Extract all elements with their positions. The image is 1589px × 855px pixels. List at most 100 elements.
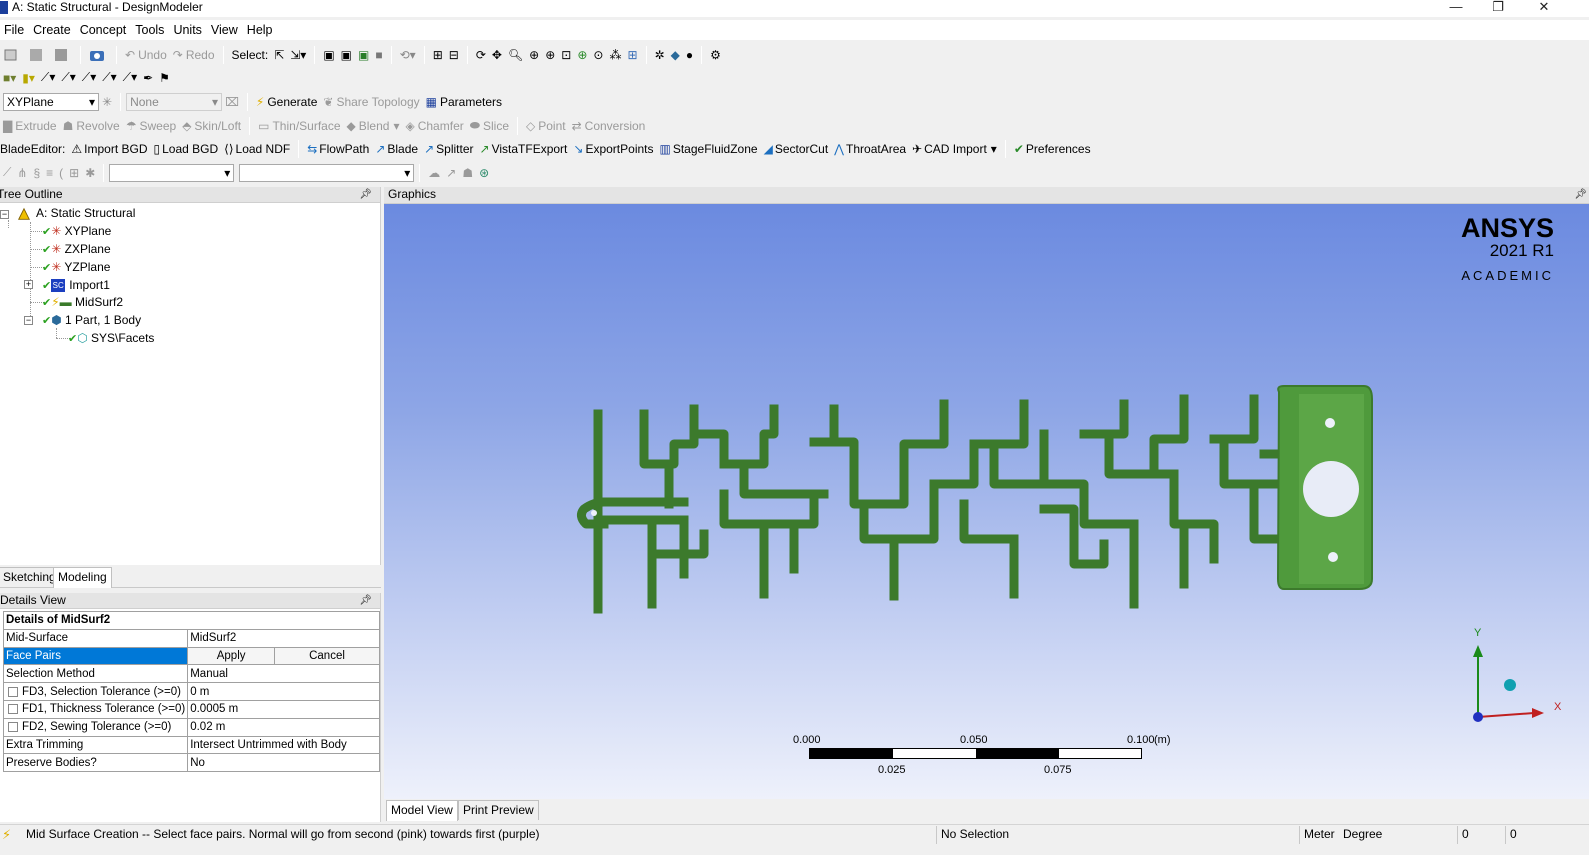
pin-tool-icon[interactable]: ✒	[140, 67, 156, 88]
tool-e-icon[interactable]: (	[56, 162, 66, 183]
tool-i-icon[interactable]: ↗	[443, 162, 459, 183]
display-model-icon[interactable]: ◆	[668, 44, 683, 65]
preserve-bodies-value[interactable]: No	[187, 753, 380, 773]
rotate-icon[interactable]: ⟳	[473, 44, 489, 65]
tool-k-icon[interactable]: ⊛	[476, 162, 492, 183]
zoom-box-icon[interactable]: ⊕	[542, 44, 558, 65]
select-mode-icon[interactable]: ⇲▾	[287, 44, 309, 65]
expand-import-icon[interactable]: +	[24, 280, 33, 289]
shaded-icon[interactable]: ■▾	[0, 67, 19, 88]
extrude-button[interactable]: ▇ Extrude	[0, 115, 60, 136]
blend-button[interactable]: ◆ Blend ▾	[344, 115, 403, 136]
plane-select[interactable]: XYPlane ▾	[3, 92, 99, 111]
magnifier-icon[interactable]: ⊙	[590, 44, 606, 65]
fd2-value[interactable]: 0.02 m	[187, 717, 380, 737]
screenshot-icon[interactable]	[86, 44, 111, 65]
fd3-checkbox[interactable]	[8, 686, 18, 697]
conversion-button[interactable]: ⇄ Conversion	[569, 115, 649, 136]
undo-button[interactable]: ↶ Undo	[122, 44, 170, 65]
menu-concept[interactable]: Concept	[76, 20, 132, 37]
select-body-icon[interactable]: ■	[372, 44, 385, 65]
share-topology-button[interactable]: ❦ Share Topology	[320, 91, 422, 112]
menu-create[interactable]: Create	[29, 20, 76, 37]
apply-button[interactable]: Apply	[187, 646, 276, 666]
preferences-button[interactable]: ✔ Preferences	[1011, 138, 1094, 159]
save-icon[interactable]	[25, 44, 50, 65]
model-geometry[interactable]	[564, 364, 1384, 624]
exportpoints-button[interactable]: ↘ ExportPoints	[570, 138, 656, 159]
skin-loft-button[interactable]: ⬘ Skin/Loft	[179, 115, 244, 136]
slice-button[interactable]: ⬬ Slice	[467, 115, 512, 136]
restore-button[interactable]: ❐	[1478, 0, 1518, 17]
tool-b-icon[interactable]: ⋔	[14, 162, 30, 183]
fd3-value[interactable]: 0 m	[187, 682, 380, 701]
view-icon[interactable]: ⊞	[624, 44, 640, 65]
tree-node-zxplane[interactable]: ✔✳ ZXPlane	[42, 241, 111, 258]
edge-count-3-icon[interactable]: ⟋▾	[99, 67, 119, 88]
chamfer-button[interactable]: ◈ Chamfer	[402, 115, 466, 136]
zoom-in-icon[interactable]: ⊕	[526, 44, 542, 65]
flag-icon[interactable]: ⚑	[156, 67, 173, 88]
what-is-this-icon[interactable]: ⚙	[707, 44, 724, 65]
pin-icon[interactable]: 📌︎	[359, 593, 372, 608]
zoom-fit-icon[interactable]: ⊡	[558, 44, 574, 65]
sweep-button[interactable]: ☂ Sweep	[123, 115, 179, 136]
minimize-button[interactable]: —	[1436, 0, 1476, 17]
misc-select-2[interactable]: ▾	[239, 163, 415, 182]
tree-node-midsurf2[interactable]: ✔⚡▬ MidSurf2	[42, 294, 123, 311]
select-point-icon[interactable]: ⇱	[271, 44, 287, 65]
tool-a-icon[interactable]: ⟋	[0, 162, 14, 183]
new-icon[interactable]	[0, 44, 25, 65]
menu-file[interactable]: File	[0, 20, 29, 37]
tree-node-xyplane[interactable]: ✔✳ XYPlane	[42, 223, 111, 240]
throatarea-button[interactable]: ⋀ ThroatArea	[831, 138, 909, 159]
tree-node-import1[interactable]: ✔SC Import1	[42, 277, 110, 294]
tool-d-icon[interactable]: ≡	[43, 162, 56, 183]
misc-select-1[interactable]: ▾	[109, 163, 235, 182]
new-plane-icon[interactable]: ✳	[99, 91, 115, 112]
fd1-value[interactable]: 0.0005 m	[187, 699, 380, 719]
axis-triad[interactable]	[1464, 629, 1574, 729]
select-edge-icon[interactable]: ▣	[338, 44, 355, 65]
redo-button[interactable]: ↷ Redo	[170, 44, 218, 65]
tab-modeling[interactable]: Modeling	[53, 567, 112, 588]
selection-method-value[interactable]: Manual	[187, 664, 380, 684]
cancel-button[interactable]: Cancel	[274, 646, 380, 666]
fd2-checkbox[interactable]	[8, 722, 18, 733]
menu-units[interactable]: Units	[169, 20, 206, 37]
tab-sketching[interactable]: Sketching	[0, 567, 61, 587]
extra-trimming-value[interactable]: Intersect Untrimmed with Body	[187, 735, 380, 755]
tool-f-icon[interactable]: ⊞	[66, 162, 82, 183]
zoom-green-icon[interactable]: ⊕	[574, 44, 590, 65]
tree-node-parts[interactable]: ✔⬢ 1 Part, 1 Body	[42, 312, 141, 329]
tool-c-icon[interactable]: §	[30, 162, 43, 183]
menu-view[interactable]: View	[207, 20, 243, 37]
thin-surface-button[interactable]: ▭ Thin/Surface	[255, 115, 343, 136]
cad-import-button[interactable]: ✈ CAD Import ▾	[909, 138, 1000, 159]
display-point-icon[interactable]: ●	[683, 44, 696, 65]
menu-help[interactable]: Help	[243, 20, 278, 37]
point-button[interactable]: ◇ Point	[523, 115, 569, 136]
sketch-select[interactable]: None ▾	[126, 92, 223, 111]
stagefluidzone-button[interactable]: ▥ StageFluidZone	[657, 138, 761, 159]
flowpath-button[interactable]: ⇆ FlowPath	[304, 138, 372, 159]
midsurface-value[interactable]: MidSurf2	[187, 628, 380, 648]
close-button[interactable]: ✕	[1524, 0, 1564, 17]
select-all-icon[interactable]: ⊞	[430, 44, 446, 65]
menu-tools[interactable]: Tools	[131, 20, 169, 37]
pin-icon[interactable]: 📌︎	[1574, 187, 1587, 202]
splitter-button[interactable]: ↗ Splitter	[421, 138, 476, 159]
edge-joint-icon[interactable]: ⟋▾	[58, 67, 78, 88]
color-icon[interactable]: ▮▾	[19, 67, 38, 88]
pan-icon[interactable]: ✥	[489, 44, 505, 65]
sectorcut-button[interactable]: ◢ SectorCut	[761, 138, 832, 159]
load-ndf-button[interactable]: ⟨⟩ Load NDF	[221, 138, 293, 159]
tab-print-preview[interactable]: Print Preview	[458, 800, 539, 820]
select-face-icon[interactable]: ▣	[355, 44, 372, 65]
new-sketch-icon[interactable]: ⌧	[222, 91, 242, 112]
edge-display-icon[interactable]: ⟋▾	[38, 67, 58, 88]
revolve-button[interactable]: ☗ Revolve	[60, 115, 123, 136]
import-bgd-button[interactable]: ⚠ Import BGD	[68, 138, 150, 159]
triad-icon[interactable]: ✲	[652, 44, 668, 65]
vistatfexport-button[interactable]: ↗ VistaTFExport	[477, 138, 571, 159]
